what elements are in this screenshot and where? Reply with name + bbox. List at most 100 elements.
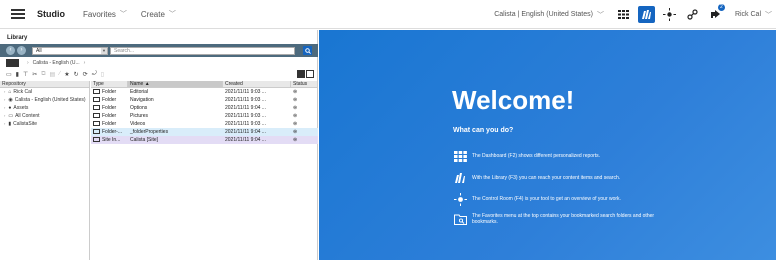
expand-icon[interactable]: › bbox=[4, 88, 5, 96]
row-created: 2021/11/11 9:03 ... bbox=[225, 97, 266, 103]
create-menu[interactable]: Create ﹀ bbox=[141, 9, 176, 19]
control-room-button[interactable] bbox=[661, 6, 678, 23]
tree-item[interactable]: › ⌂ Rick Cal bbox=[0, 88, 89, 96]
library-button[interactable] bbox=[637, 6, 655, 23]
table-row[interactable]: Folder Editorial 2021/11/11 9:03 ... ⊜ bbox=[91, 88, 318, 96]
bookmark-icon[interactable]: ★ bbox=[64, 71, 69, 78]
new-content-icon[interactable]: ▮ bbox=[16, 71, 19, 78]
column-type[interactable]: Type bbox=[91, 81, 128, 87]
breadcrumb-separator: › bbox=[83, 60, 86, 66]
dashboard-icon bbox=[617, 10, 629, 19]
column-status[interactable]: Status bbox=[291, 81, 318, 87]
filter-icon[interactable]: ⊤ bbox=[23, 71, 28, 78]
library-icon bbox=[453, 172, 467, 184]
table-row[interactable]: Folder Options 2021/11/11 9:04 ... ⊜ bbox=[91, 104, 318, 112]
app-title: Studio bbox=[37, 9, 65, 19]
expand-icon[interactable]: › bbox=[4, 104, 5, 112]
tree-toggle-icon[interactable] bbox=[6, 59, 19, 67]
welcome-item-control-room: The Control Room (F4) is your tool to ge… bbox=[453, 192, 663, 206]
favorites-folder-icon bbox=[453, 213, 467, 225]
tree-item[interactable]: › ◉ Calista - English (United States) bbox=[0, 96, 89, 104]
row-name: Navigation bbox=[130, 97, 154, 103]
locale-selector[interactable]: Calista | English (United States) ﹀ bbox=[494, 10, 604, 20]
thumbnail-view-icon[interactable] bbox=[306, 70, 314, 78]
table-row[interactable]: Folder Videos 2021/11/11 9:03 ... ⊜ bbox=[91, 120, 318, 128]
row-name: Editorial bbox=[130, 89, 149, 95]
checkin-icon[interactable]: ⤾ bbox=[92, 71, 97, 78]
row-type-label: Folder bbox=[102, 121, 117, 127]
column-created[interactable]: Created bbox=[223, 81, 291, 87]
row-type: Folder bbox=[91, 120, 128, 128]
chevron-down-icon: ﹀ bbox=[596, 11, 604, 19]
welcome-title: Welcome! bbox=[452, 85, 575, 115]
back-icon[interactable]: ‹ bbox=[6, 46, 15, 55]
edit-icon[interactable]: ∕ bbox=[59, 71, 60, 77]
search-scope-select[interactable]: All ▼ bbox=[32, 46, 108, 55]
table-row[interactable]: Folder Navigation 2021/11/11 9:03 ... ⊜ bbox=[91, 96, 318, 104]
welcome-item-favorites: The Favorites menu at the top contains y… bbox=[453, 213, 663, 225]
tree-item[interactable]: › ▮ CalistaSite bbox=[0, 120, 89, 128]
paste-icon[interactable]: ▤ bbox=[50, 71, 56, 78]
copy-icon[interactable]: ⧉ bbox=[41, 71, 45, 78]
tree-item-label: Calista - English (United States) bbox=[14, 97, 86, 103]
row-name: Pictures bbox=[130, 113, 149, 119]
row-type-label: Folder bbox=[102, 113, 117, 119]
search-scope-value: All bbox=[36, 47, 42, 54]
delete-icon[interactable]: ▯ bbox=[101, 71, 104, 78]
status-icon: ⊜ bbox=[293, 105, 298, 111]
breadcrumb-separator: › bbox=[27, 60, 29, 66]
welcome-item-text: The Dashboard (F2) shows different perso… bbox=[472, 153, 601, 159]
welcome-item-library: With the Library (F3) you can reach your… bbox=[453, 172, 663, 184]
new-folder-icon[interactable]: ▭ bbox=[6, 71, 12, 78]
menu-icon[interactable] bbox=[11, 9, 25, 19]
folder-properties-icon bbox=[93, 129, 100, 134]
create-menu-label: Create bbox=[140, 9, 165, 19]
status-icon: ⊜ bbox=[293, 129, 298, 135]
welcome-item-dashboard: The Dashboard (F2) shows different perso… bbox=[453, 150, 663, 162]
tree-item-label: All Content bbox=[15, 113, 40, 119]
table-row[interactable]: Folder-... _folderProperties 2021/11/11 … bbox=[91, 128, 318, 136]
folder-icon bbox=[93, 113, 100, 118]
forward-icon[interactable]: › bbox=[17, 46, 26, 55]
notifications-button[interactable]: 2 bbox=[707, 4, 725, 23]
assets-icon: ● bbox=[8, 105, 12, 111]
chevron-down-icon: ﹀ bbox=[168, 11, 176, 18]
control-room-icon bbox=[453, 192, 467, 206]
welcome-panel: Welcome! What can you do? The Dashboard … bbox=[319, 30, 776, 260]
workflow-button[interactable] bbox=[684, 6, 701, 23]
library-search-bar: ‹ › All ▼ Search... bbox=[0, 44, 318, 57]
search-icon bbox=[304, 47, 311, 54]
tree-item-label: CalistaSite bbox=[13, 121, 38, 127]
expand-icon[interactable]: › bbox=[4, 96, 5, 104]
refresh-icon[interactable]: ↻ bbox=[74, 71, 79, 78]
tree-item[interactable]: › ▭ All Content bbox=[0, 112, 89, 120]
search-button[interactable] bbox=[303, 46, 312, 55]
expand-icon[interactable]: › bbox=[4, 112, 5, 120]
control-room-icon bbox=[662, 8, 676, 21]
table-row[interactable]: Folder Pictures 2021/11/11 9:03 ... ⊜ bbox=[91, 112, 318, 120]
view-toggle bbox=[296, 70, 314, 78]
content-grid: Type Name ▲ Created Status Folder Editor… bbox=[91, 81, 318, 260]
table-row[interactable]: Site In... Calista [Site] 2021/11/11 9:0… bbox=[91, 136, 318, 144]
list-view-icon[interactable] bbox=[297, 70, 305, 78]
row-created: 2021/11/11 9:04 ... bbox=[225, 137, 266, 143]
search-input[interactable]: Search... bbox=[110, 46, 295, 55]
workflow-icon bbox=[687, 9, 698, 20]
tree-header: Repository bbox=[0, 81, 89, 88]
folder-icon bbox=[93, 97, 100, 102]
expand-icon[interactable]: › bbox=[4, 120, 5, 128]
row-created: 2021/11/11 9:04 ... bbox=[225, 129, 266, 135]
breadcrumb-site[interactable]: Calista - English (U... bbox=[33, 60, 80, 66]
row-type-label: Folder bbox=[102, 89, 117, 95]
sync-icon[interactable]: ⟳ bbox=[83, 71, 88, 78]
favorites-menu[interactable]: Favorites ﹀ bbox=[83, 9, 127, 19]
status-icon: ⊜ bbox=[293, 113, 298, 119]
tree-item[interactable]: › ● Assets bbox=[0, 104, 89, 112]
status-icon: ⊜ bbox=[293, 97, 298, 103]
user-menu[interactable]: Rick Cal ﹀ bbox=[735, 10, 772, 20]
status-icon: ⊜ bbox=[293, 121, 298, 127]
dashboard-button[interactable] bbox=[615, 6, 632, 23]
row-type: Folder-... bbox=[91, 128, 128, 136]
column-name[interactable]: Name ▲ bbox=[128, 81, 223, 87]
cut-icon[interactable]: ✂ bbox=[32, 71, 37, 78]
